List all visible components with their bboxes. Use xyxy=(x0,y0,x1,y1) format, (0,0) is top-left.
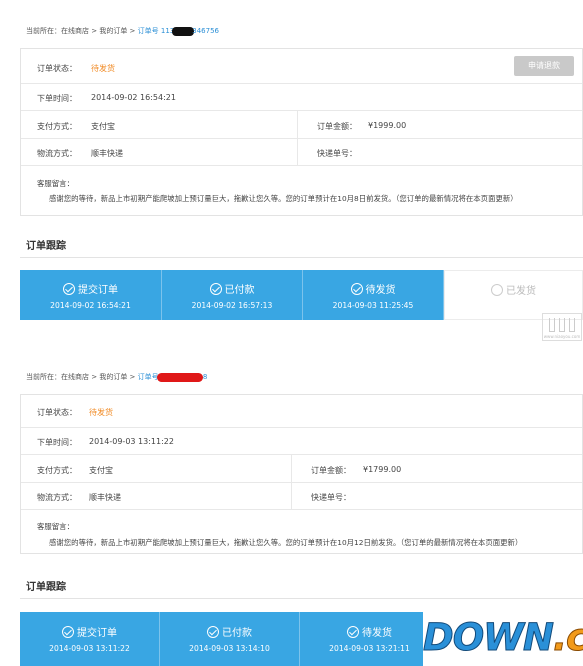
check-circle-icon xyxy=(350,283,363,295)
watermark-small-logo: www.niaoyou.com xyxy=(542,313,582,341)
order-info-box: 订单状态： 待发货 申请退款 下单时间： 2014-09-02 16:54:21… xyxy=(20,48,583,216)
step-awaiting-shipment: 待发货 2014-09-03 11:25:45 xyxy=(303,270,444,320)
shipping-row: 物流方式： 顺丰快递 快递单号： xyxy=(21,483,582,510)
order-tracking-steps: 提交订单 2014-09-03 13:11:22 已付款 2014-09-03 … xyxy=(20,612,440,666)
amount-label: 订单金额： xyxy=(317,122,357,131)
order-status-row: 订单状态： 待发货 申请退款 xyxy=(21,49,582,84)
breadcrumb: 当前所在：在线商店 > 我的订单 > 订单号 8 xyxy=(26,372,208,382)
redaction-mask xyxy=(172,26,195,36)
service-message-text: 感谢您的等待，新品上市初期产能爬坡加上预订量巨大，拖歉让您久等。您的订单预计在1… xyxy=(49,538,523,547)
order-info-box: 订单状态： 待发货 下单时间： 2014-09-03 13:11:22 支付方式… xyxy=(20,394,583,554)
breadcrumb-home-link[interactable]: 在线商店 xyxy=(61,27,89,35)
shipping-row: 物流方式： 顺丰快递 快递单号： xyxy=(21,139,582,166)
shipping-label: 物流方式： xyxy=(37,493,77,502)
amount-label: 订单金额： xyxy=(311,466,351,475)
tracking-label: 快递单号： xyxy=(311,493,351,502)
order-time-label: 下单时间： xyxy=(37,438,77,447)
payment-row: 支付方式： 支付宝 订单金额： ¥1799.00 xyxy=(21,455,582,483)
payment-value: 支付宝 xyxy=(91,122,115,131)
service-message-label: 客服留言： xyxy=(37,522,74,531)
order-tracking-heading: 订单跟踪 xyxy=(26,241,66,252)
shipping-value: 顺丰快递 xyxy=(91,149,123,158)
amount-value: ¥1999.00 xyxy=(368,121,407,130)
order-tracking-heading: 订单跟踪 xyxy=(26,582,66,593)
step-paid: 已付款 2014-09-03 13:14:10 xyxy=(160,612,300,666)
check-circle-icon xyxy=(62,626,74,638)
payment-label: 支付方式： xyxy=(37,466,77,475)
step-submitted: 提交订单 2014-09-03 13:11:22 xyxy=(20,612,160,666)
shipping-value: 顺丰快递 xyxy=(89,493,121,502)
check-circle-icon xyxy=(209,283,222,295)
redaction-mask xyxy=(156,372,203,382)
tracking-label: 快递单号： xyxy=(317,149,357,158)
breadcrumb-order-number[interactable]: 订单号 113 346756 xyxy=(138,26,219,36)
breadcrumb-orders-link[interactable]: 我的订单 xyxy=(99,373,127,381)
down-cc-watermark-logo: DOWN.cc xyxy=(423,612,583,666)
order-tracking-steps: 提交订单 2014-09-02 16:54:21 已付款 2014-09-02 … xyxy=(20,270,583,320)
check-circle-icon xyxy=(63,283,75,295)
payment-value: 支付宝 xyxy=(89,466,113,475)
breadcrumb-order-number[interactable]: 订单号 8 xyxy=(138,372,207,382)
breadcrumb-home-link[interactable]: 在线商店 xyxy=(61,373,89,381)
breadcrumb: 当前所在：在线商店 > 我的订单 > 订单号 113 346756 xyxy=(26,26,219,36)
service-message-label: 客服留言： xyxy=(37,179,74,188)
order-status-value: 待发货 xyxy=(91,64,115,73)
service-message-text: 感谢您的等待，新品上市初期产能爬坡加上预订量巨大，拖歉让您久等。您的订单预计在1… xyxy=(49,194,518,203)
order-time-row: 下单时间： 2014-09-03 13:11:22 xyxy=(21,428,582,455)
check-circle-icon xyxy=(207,626,219,638)
step-submitted: 提交订单 2014-09-02 16:54:21 xyxy=(20,270,162,320)
breadcrumb-orders-link[interactable]: 我的订单 xyxy=(99,27,127,35)
order-status-label: 订单状态： xyxy=(37,408,77,417)
amount-value: ¥1799.00 xyxy=(363,465,402,474)
step-awaiting-shipment: 待发货 2014-09-03 13:21:11 xyxy=(300,612,440,666)
check-circle-icon xyxy=(347,626,359,638)
step-paid: 已付款 2014-09-02 16:57:13 xyxy=(162,270,303,320)
payment-row: 支付方式： 支付宝 订单金额： ¥1999.00 xyxy=(21,111,582,139)
payment-label: 支付方式： xyxy=(37,122,77,131)
order-time-value: 2014-09-02 16:54:21 xyxy=(91,93,176,102)
refund-button[interactable]: 申请退款 xyxy=(514,56,574,76)
circle-icon xyxy=(491,284,503,296)
order-status-row: 订单状态： 待发货 xyxy=(21,395,582,428)
order-status-value: 待发货 xyxy=(89,408,113,417)
order-time-label: 下单时间： xyxy=(37,94,77,103)
shipping-label: 物流方式： xyxy=(37,149,77,158)
order-status-label: 订单状态： xyxy=(37,64,77,73)
order-time-value: 2014-09-03 13:11:22 xyxy=(89,437,174,446)
order-time-row: 下单时间： 2014-09-02 16:54:21 xyxy=(21,84,582,111)
